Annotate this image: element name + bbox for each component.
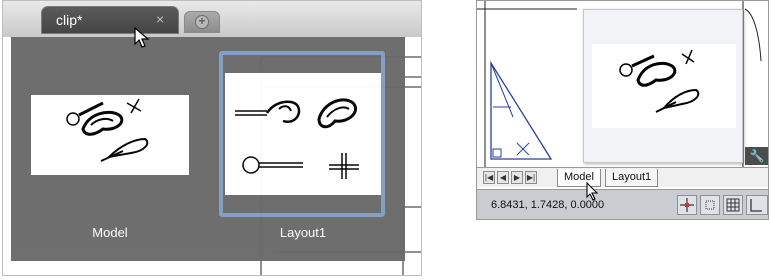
prev-page-icon[interactable]: ◀ bbox=[497, 171, 509, 184]
grid-dots-icon[interactable] bbox=[700, 195, 720, 215]
model-preview-drawing bbox=[619, 49, 700, 113]
wrench-icon[interactable]: 🔧 bbox=[745, 147, 768, 165]
grid-dots-glyph bbox=[705, 200, 715, 210]
layout1-thumbnail[interactable] bbox=[225, 73, 381, 195]
close-icon[interactable]: × bbox=[156, 11, 164, 27]
model-preview-thumbnail bbox=[592, 44, 736, 128]
drawing-window-left: clip* × + Model Layout1 bbox=[2, 0, 422, 276]
layout1-thumbnail-label: Layout1 bbox=[279, 225, 327, 240]
mouse-pointer-icon bbox=[586, 182, 599, 201]
next-page-icon[interactable]: ▶ bbox=[511, 171, 523, 184]
plus-icon: + bbox=[195, 15, 209, 29]
status-bar: 6.8431, 1.7428, 0.0000 bbox=[477, 189, 768, 219]
model-thumbnail[interactable] bbox=[31, 95, 189, 175]
ortho-icon[interactable] bbox=[746, 195, 768, 215]
last-page-icon[interactable]: ▶| bbox=[525, 171, 537, 184]
model-thumbnail-drawing bbox=[66, 98, 149, 162]
snap-glyph bbox=[680, 198, 694, 212]
tab-layout1[interactable]: Layout1 bbox=[605, 169, 659, 187]
first-page-icon[interactable]: |◀ bbox=[483, 171, 495, 184]
file-tab-title: clip* bbox=[56, 12, 83, 28]
mouse-pointer-icon bbox=[134, 27, 150, 48]
model-thumbnail-label: Model bbox=[92, 225, 128, 240]
new-tab-button[interactable]: + bbox=[184, 11, 220, 33]
layout-preview-tooltip bbox=[583, 9, 743, 163]
layout1-thumbnail-drawing bbox=[235, 98, 359, 179]
drawing-window-right: 🔧 |◀ ◀ ▶ ▶| Model Layout1 6.8431, 1.7428… bbox=[476, 0, 769, 220]
ortho-glyph bbox=[750, 199, 762, 212]
file-tab-clip[interactable]: clip* × bbox=[41, 6, 179, 34]
layout-preview-popup: Model Layout1 bbox=[11, 37, 405, 261]
snap-icon[interactable] bbox=[677, 195, 697, 215]
file-tab-bar: clip* × + bbox=[3, 1, 421, 37]
grid-icon[interactable] bbox=[723, 195, 743, 215]
layout-tabs-bar: |◀ ◀ ▶ ▶| Model Layout1 bbox=[477, 167, 768, 187]
grid-glyph bbox=[726, 198, 740, 212]
